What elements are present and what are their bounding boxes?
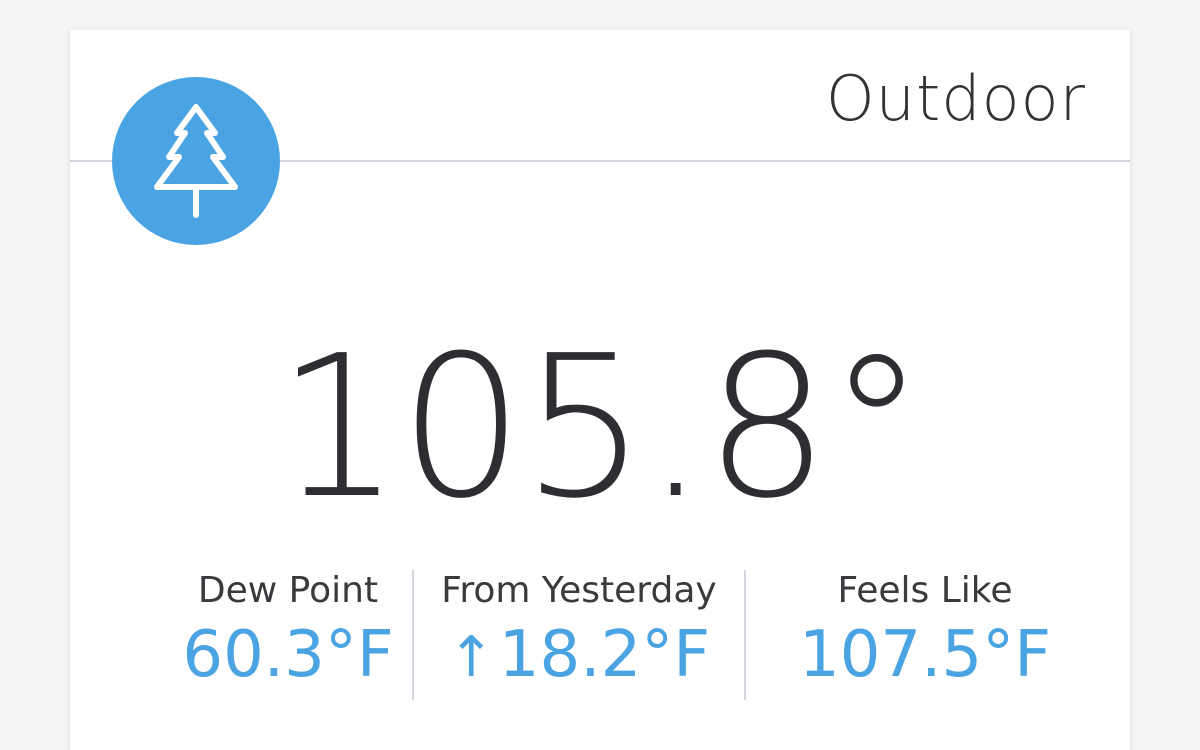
stat-label: From Yesterday: [441, 570, 717, 611]
stat-label: Feels Like: [837, 570, 1013, 611]
from-yesterday-stat: From Yesterday ↑18.2°F: [426, 570, 732, 700]
stat-divider: [744, 570, 746, 700]
feels-like-stat: Feels Like 107.5°F: [760, 570, 1090, 700]
stat-label: Dew Point: [197, 570, 379, 611]
card-title: Outdoor: [825, 62, 1086, 135]
stat-value: 107.5°F: [798, 618, 1052, 692]
stat-value-row: ↑18.2°F: [426, 623, 732, 687]
outdoor-badge: [112, 77, 280, 245]
dew-point-stat: Dew Point 60.3°F: [178, 570, 398, 700]
stats-row: Dew Point 60.3°F From Yesterday ↑18.2°F …: [70, 570, 1130, 700]
arrow-up-icon: ↑: [447, 625, 495, 690]
current-temperature: 105.8°: [276, 314, 925, 542]
outdoor-weather-card: Outdoor 105.8° Dew Point 60.3°F From Yes…: [70, 30, 1130, 750]
stat-value: 18.2°F: [498, 618, 711, 692]
stat-value: 60.3°F: [182, 618, 394, 692]
stat-divider: [412, 570, 414, 700]
tree-icon: [154, 104, 238, 218]
